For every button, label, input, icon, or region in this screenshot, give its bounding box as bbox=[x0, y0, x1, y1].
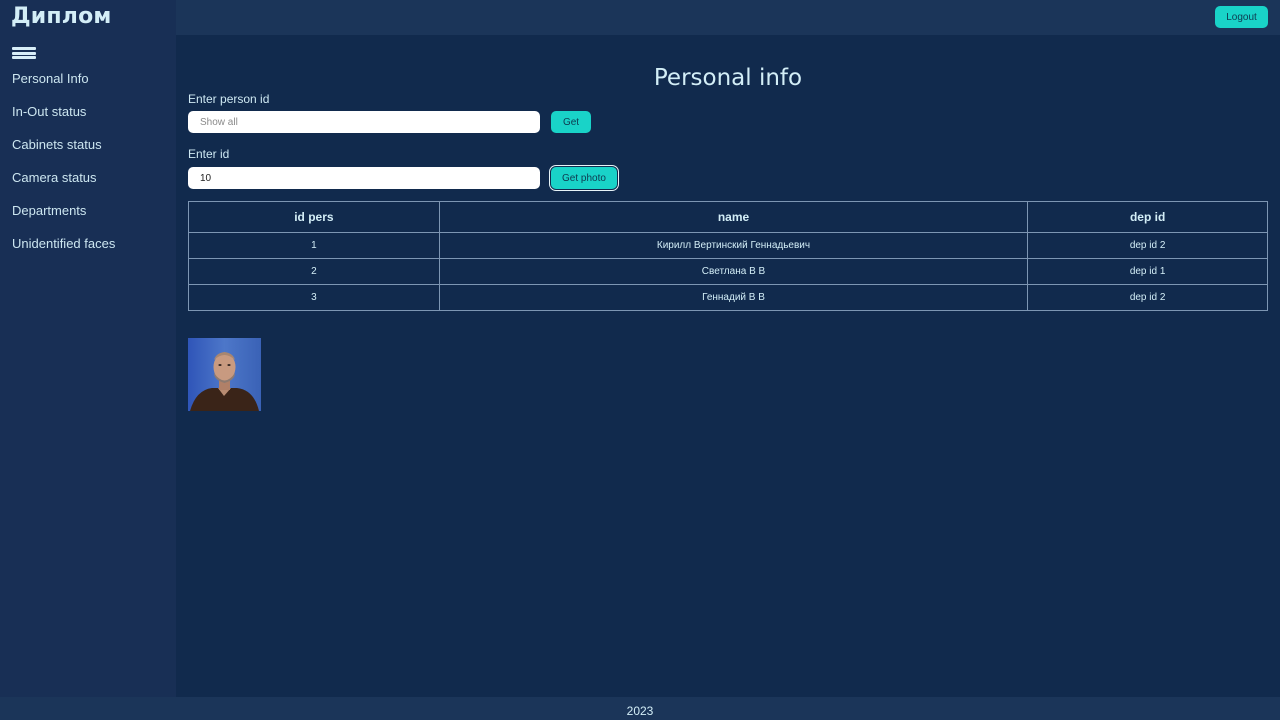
column-header-dep-id: dep id bbox=[1027, 201, 1268, 233]
app-root: Диплом Personal Info In-Out status Cabin… bbox=[0, 0, 1280, 720]
table-header-row: id pers name dep id bbox=[188, 201, 1268, 233]
logout-button[interactable]: Logout bbox=[1215, 6, 1268, 28]
footer-year: 2023 bbox=[626, 704, 654, 718]
cell-id-pers: 1 bbox=[188, 232, 440, 259]
person-id-input[interactable] bbox=[188, 111, 540, 133]
sidebar-item-in-out-status[interactable]: In-Out status bbox=[0, 95, 176, 128]
cell-dep-id: dep id 2 bbox=[1027, 232, 1268, 259]
cell-id-pers: 2 bbox=[188, 258, 440, 285]
cell-id-pers: 3 bbox=[188, 284, 440, 311]
sidebar-item-departments[interactable]: Departments bbox=[0, 194, 176, 227]
footer: 2023 bbox=[0, 697, 1280, 720]
sidebar: Диплом Personal Info In-Out status Cabin… bbox=[0, 0, 176, 697]
hamburger-menu-icon[interactable] bbox=[12, 47, 36, 59]
table-row: 2 Светлана В В dep id 1 bbox=[188, 258, 1268, 285]
table-row: 3 Геннадий В В dep id 2 bbox=[188, 284, 1268, 311]
page-title: Personal info bbox=[653, 65, 803, 92]
main-content: Personal info Enter person id Get Enter … bbox=[176, 35, 1280, 697]
get-button[interactable]: Get bbox=[551, 111, 591, 133]
cell-name: Светлана В В bbox=[438, 258, 1029, 285]
photo-id-label: Enter id bbox=[188, 147, 230, 161]
brand-title: Диплом bbox=[11, 4, 112, 29]
person-id-label: Enter person id bbox=[188, 92, 270, 106]
persons-table: id pers name dep id 1 Кирилл Вертинский … bbox=[188, 201, 1268, 311]
photo-id-input[interactable] bbox=[188, 167, 540, 189]
sidebar-item-personal-info[interactable]: Personal Info bbox=[0, 62, 176, 95]
sidebar-item-unidentified-faces[interactable]: Unidentified faces bbox=[0, 227, 176, 260]
person-photo bbox=[188, 338, 261, 411]
sidebar-item-cabinets-status[interactable]: Cabinets status bbox=[0, 128, 176, 161]
sidebar-item-camera-status[interactable]: Camera status bbox=[0, 161, 176, 194]
top-bar: Logout bbox=[176, 0, 1280, 35]
sidebar-nav: Personal Info In-Out status Cabinets sta… bbox=[0, 62, 176, 260]
cell-name: Кирилл Вертинский Геннадьевич bbox=[438, 232, 1029, 259]
cell-dep-id: dep id 1 bbox=[1027, 258, 1268, 285]
cell-dep-id: dep id 2 bbox=[1027, 284, 1268, 311]
get-photo-button[interactable]: Get photo bbox=[551, 167, 617, 189]
column-header-name: name bbox=[438, 201, 1029, 233]
cell-name: Геннадий В В bbox=[438, 284, 1029, 311]
column-header-id-pers: id pers bbox=[188, 201, 440, 233]
table-row: 1 Кирилл Вертинский Геннадьевич dep id 2 bbox=[188, 232, 1268, 259]
